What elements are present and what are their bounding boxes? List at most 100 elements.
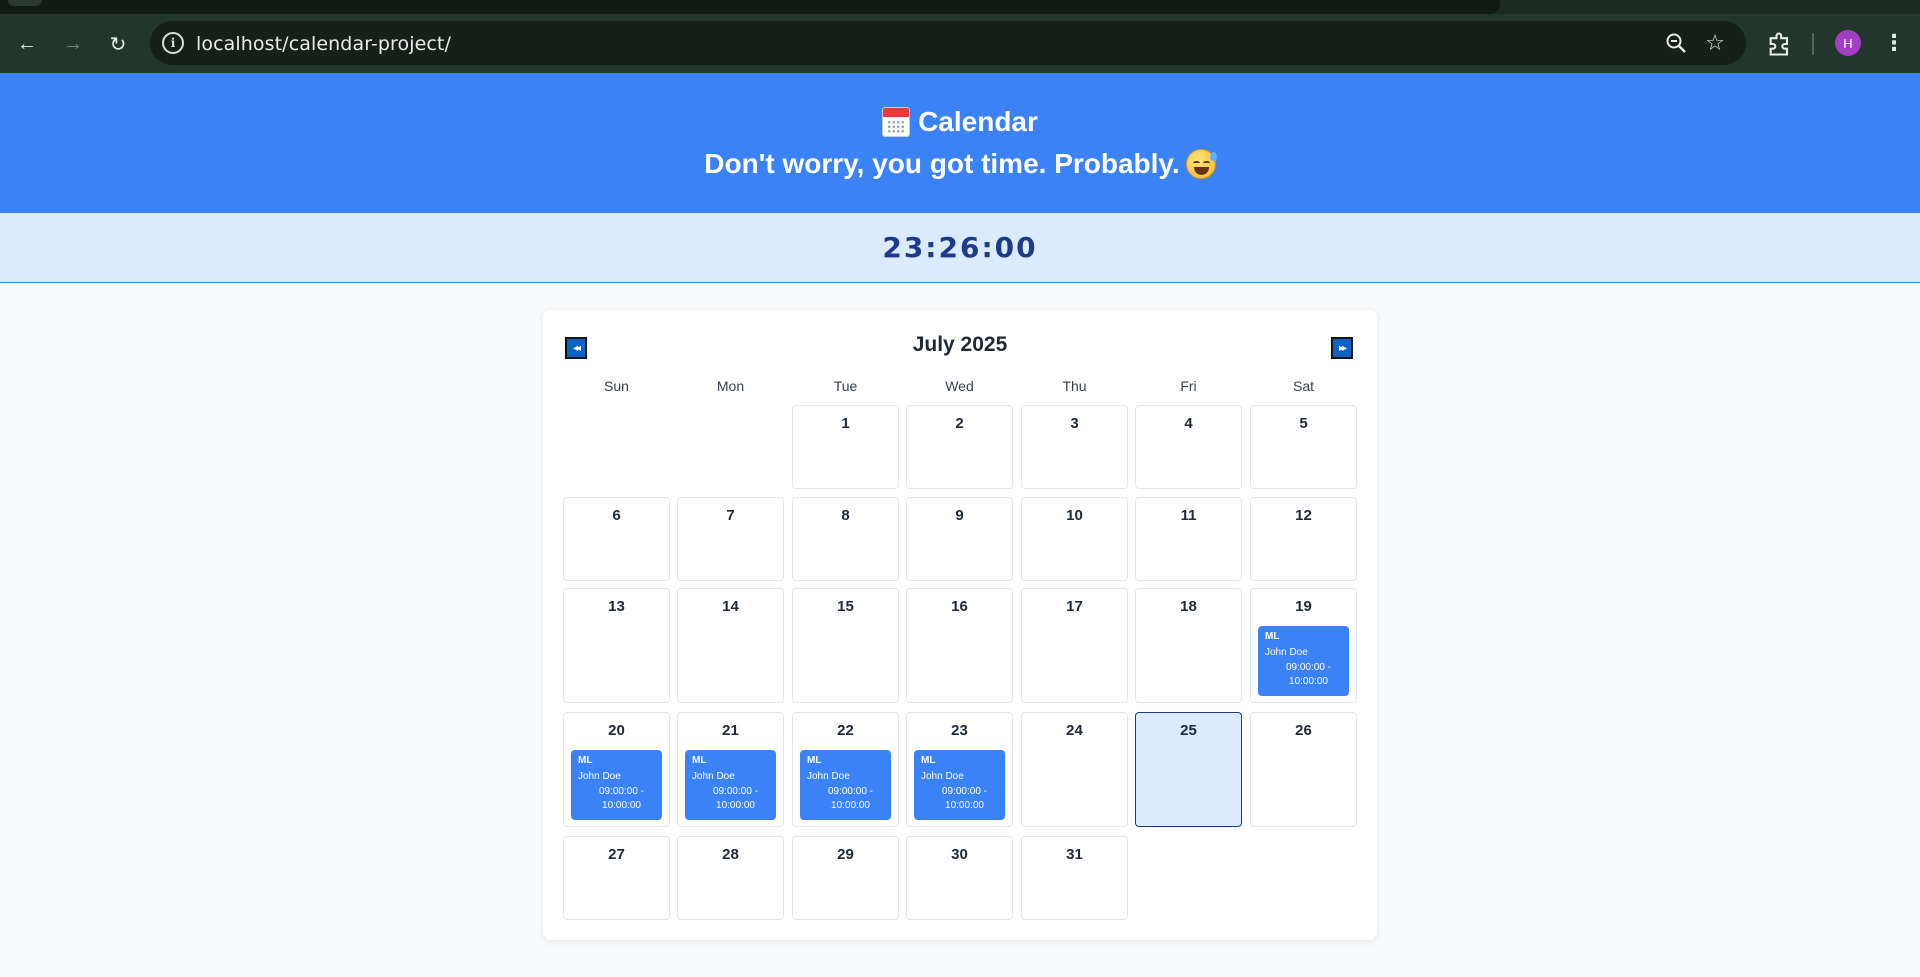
day-cell[interactable]: 19 ML John Doe 09:00:00 - 10:00:00: [1250, 588, 1357, 703]
day-number: 25: [1180, 722, 1197, 739]
day-cell[interactable]: 29: [792, 836, 899, 920]
avatar[interactable]: H: [1835, 30, 1861, 56]
month-title: July 2025: [912, 333, 1008, 356]
day-cell[interactable]: 22 ML John Doe 09:00:00 - 10:00:00: [792, 712, 899, 827]
event-time: 09:00:00 - 10:00:00: [921, 785, 998, 813]
reload-icon[interactable]: ↻: [104, 30, 132, 58]
day-number: 11: [1180, 507, 1197, 524]
day-cell[interactable]: 6: [563, 497, 670, 581]
day-cell[interactable]: 3: [1021, 405, 1128, 489]
day-number: 19: [1295, 598, 1312, 615]
day-cell[interactable]: 27: [563, 836, 670, 920]
day-number: 5: [1299, 415, 1308, 432]
day-cell[interactable]: 30: [906, 836, 1013, 920]
tab-edge: [8, 0, 42, 6]
day-cell[interactable]: 31: [1021, 836, 1128, 920]
day-cell[interactable]: 4: [1135, 405, 1242, 489]
day-cell[interactable]: 28: [677, 836, 784, 920]
event-card[interactable]: ML John Doe 09:00:00 - 10:00:00: [685, 750, 776, 820]
day-number: 1: [841, 415, 850, 432]
bookmark-star-icon[interactable]: ☆: [1702, 30, 1728, 56]
day-number: 28: [722, 846, 739, 863]
event-time-start: 09:00:00 -: [941, 786, 988, 797]
event-time-end: 10:00:00: [1289, 676, 1328, 687]
day-cell[interactable]: 1: [792, 405, 899, 489]
day-number: 15: [837, 598, 854, 615]
day-cell[interactable]: 8: [792, 497, 899, 581]
day-cell[interactable]: 13: [563, 588, 670, 703]
next-month-button[interactable]: ▸▸: [1331, 337, 1353, 359]
day-number: 21: [722, 722, 739, 739]
day-cell[interactable]: 16: [906, 588, 1013, 703]
page-title-text: Calendar: [918, 106, 1038, 137]
event-time: 09:00:00 - 10:00:00: [1265, 661, 1342, 689]
event-time-end: 10:00:00: [716, 800, 755, 811]
day-number: 24: [1066, 722, 1083, 739]
day-number: 22: [837, 722, 854, 739]
weekday-sat: Sat: [1292, 378, 1314, 394]
event-card[interactable]: ML John Doe 09:00:00 - 10:00:00: [800, 750, 891, 820]
event-time-end: 10:00:00: [602, 800, 641, 811]
event-person: John Doe: [921, 771, 964, 782]
day-cell[interactable]: 23 ML John Doe 09:00:00 - 10:00:00: [906, 712, 1013, 827]
day-number: 2: [955, 415, 964, 432]
url-text[interactable]: localhost/calendar-project/: [196, 33, 451, 55]
day-cell[interactable]: 26: [1250, 712, 1357, 827]
day-number: 26: [1295, 722, 1312, 739]
day-number: 23: [951, 722, 968, 739]
day-number: 9: [955, 507, 964, 524]
day-cell[interactable]: 2: [906, 405, 1013, 489]
event-time: 09:00:00 - 10:00:00: [578, 785, 655, 813]
browser-tab[interactable]: [0, 0, 1500, 14]
event-card[interactable]: ML John Doe 09:00:00 - 10:00:00: [1258, 626, 1349, 696]
event-card[interactable]: ML John Doe 09:00:00 - 10:00:00: [571, 750, 662, 820]
weekday-sun: Sun: [604, 378, 629, 394]
day-cell[interactable]: 9: [906, 497, 1013, 581]
day-number: 30: [951, 846, 968, 863]
event-time-start: 09:00:00 -: [712, 786, 759, 797]
day-cell[interactable]: 21 ML John Doe 09:00:00 - 10:00:00: [677, 712, 784, 827]
day-number: 31: [1066, 846, 1083, 863]
day-number: 14: [722, 598, 739, 615]
back-icon[interactable]: ←: [13, 30, 41, 58]
address-bar[interactable]: i localhost/calendar-project/ ☆: [150, 21, 1746, 65]
day-number: 6: [612, 507, 621, 524]
day-cell[interactable]: 10: [1021, 497, 1128, 581]
day-cell[interactable]: 14: [677, 588, 784, 703]
event-time-end: 10:00:00: [945, 800, 984, 811]
app-header: Calendar Don't worry, you got time. Prob…: [0, 73, 1920, 213]
weekday-mon: Mon: [716, 378, 745, 394]
event-person: John Doe: [1265, 647, 1308, 658]
day-cell[interactable]: 12: [1250, 497, 1357, 581]
day-number: 12: [1295, 507, 1312, 524]
day-number: 18: [1180, 598, 1197, 615]
event-title: ML: [921, 755, 936, 766]
event-time: 09:00:00 - 10:00:00: [807, 785, 884, 813]
weekday-tue: Tue: [833, 378, 858, 394]
day-number: 10: [1066, 507, 1083, 524]
day-cell-today[interactable]: 25: [1135, 712, 1242, 827]
day-number: 13: [608, 598, 625, 615]
extensions-icon[interactable]: [1766, 30, 1794, 58]
calendar-card: ◂◂ July 2025 ▸▸ Sun Mon Tue Wed Thu Fri …: [543, 310, 1377, 940]
kebab-menu-icon[interactable]: ⋮: [1880, 29, 1908, 57]
day-cell[interactable]: 15: [792, 588, 899, 703]
calendar-icon: [882, 107, 911, 137]
event-time-start: 09:00:00 -: [1285, 662, 1332, 673]
day-cell[interactable]: 11: [1135, 497, 1242, 581]
day-cell[interactable]: 17: [1021, 588, 1128, 703]
event-time: 09:00:00 - 10:00:00: [692, 785, 769, 813]
event-person: John Doe: [578, 771, 621, 782]
forward-icon[interactable]: →: [59, 30, 87, 58]
day-cell[interactable]: 24: [1021, 712, 1128, 827]
zoom-out-icon[interactable]: [1664, 31, 1688, 55]
day-cell[interactable]: 20 ML John Doe 09:00:00 - 10:00:00: [563, 712, 670, 827]
day-cell[interactable]: 5: [1250, 405, 1357, 489]
day-cell[interactable]: 7: [677, 497, 784, 581]
info-icon[interactable]: i: [162, 32, 184, 54]
weekday-wed: Wed: [945, 378, 974, 394]
grinning-sweat-icon: [1185, 149, 1217, 179]
day-cell[interactable]: 18: [1135, 588, 1242, 703]
event-card[interactable]: ML John Doe 09:00:00 - 10:00:00: [914, 750, 1005, 820]
day-number: 27: [608, 846, 625, 863]
